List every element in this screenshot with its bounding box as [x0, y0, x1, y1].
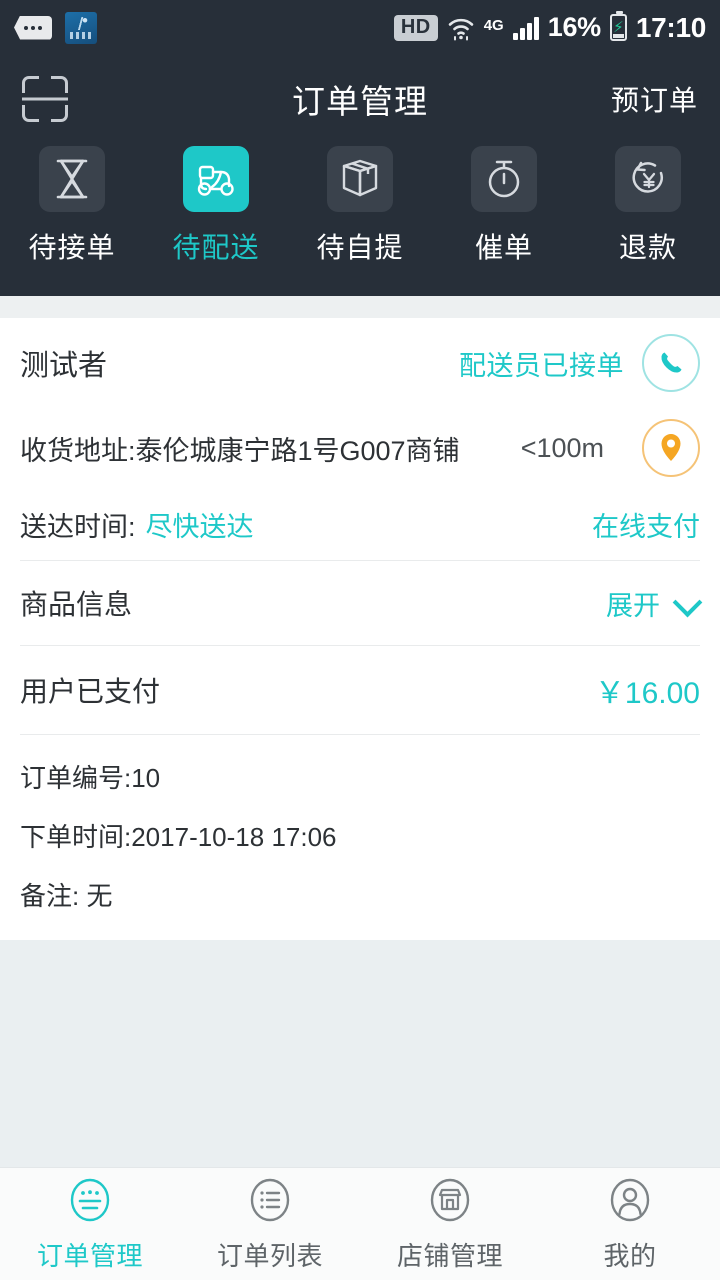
phone-icon[interactable] — [642, 334, 700, 392]
goods-info-row[interactable]: 商品信息 展开 — [20, 561, 700, 645]
order-list-area: 测试者 配送员已接单 收货地址:泰伦城康宁路1号G007商铺 <100m 送达时… — [0, 318, 720, 1167]
battery-percent: 16% — [547, 12, 601, 42]
address-row: 收货地址:泰伦城康宁路1号G007商铺 <100m — [20, 408, 700, 488]
status-bar-right: HD 4G 16% ⚡ 17:10 — [393, 11, 706, 44]
app-shortcut-icon — [65, 11, 97, 44]
delivery-time-label: 送达时间: — [20, 511, 136, 542]
box-icon — [327, 146, 393, 212]
nav-item-profile[interactable]: 我的 — [540, 1176, 720, 1273]
network-type-label: 4G — [483, 16, 504, 34]
hourglass-icon — [39, 146, 105, 212]
paid-row: 用户已支付 ￥16.00 — [20, 646, 700, 734]
shop-icon — [426, 1176, 474, 1229]
message-dots-icon — [14, 15, 52, 40]
tab-label: 待自提 — [316, 232, 404, 263]
tab-refund[interactable]: 退款 — [576, 146, 720, 266]
tab-pending-pickup[interactable]: 待自提 — [288, 146, 432, 266]
distance-label: <100m — [520, 432, 604, 463]
section-gap — [0, 296, 720, 318]
status-bar-clock: 17:10 — [635, 11, 706, 43]
status-bar: HD 4G 16% ⚡ 17:10 — [0, 0, 720, 55]
wifi-icon — [447, 15, 475, 41]
paid-amount: ￥16.00 — [594, 677, 700, 710]
tab-label: 待接单 — [28, 232, 116, 263]
address-row-right: <100m — [521, 419, 700, 477]
status-bar-left — [14, 11, 97, 44]
nav-item-order-list[interactable]: 订单列表 — [180, 1176, 360, 1273]
payment-method: 在线支付 — [592, 511, 700, 542]
preorder-button[interactable]: 预订单 — [611, 79, 698, 119]
nav-label: 订单管理 — [36, 1240, 143, 1271]
order-list-icon — [246, 1176, 294, 1229]
order-time: 下单时间:2017-10-18 17:06 — [20, 822, 337, 852]
paid-label: 用户已支付 — [20, 676, 161, 707]
tab-label: 催单 — [474, 232, 533, 263]
delivery-time-value: 尽快送达 — [145, 511, 254, 542]
customer-name: 测试者 — [20, 350, 108, 382]
scooter-icon — [183, 146, 249, 212]
tab-urge-order[interactable]: 催单 — [432, 146, 576, 266]
nav-label: 订单列表 — [216, 1240, 323, 1271]
hd-badge: HD — [393, 14, 438, 41]
tab-pending-accept[interactable]: 待接单 — [0, 146, 144, 266]
expand-goods-button[interactable]: 展开 — [606, 584, 700, 623]
user-profile-icon — [606, 1176, 654, 1229]
nav-item-shop-manage[interactable]: 店铺管理 — [360, 1176, 540, 1273]
customer-row-right: 配送员已接单 — [459, 334, 700, 392]
scan-code-icon[interactable] — [22, 75, 68, 122]
signal-bars-icon — [512, 16, 539, 40]
goods-info-label: 商品信息 — [20, 589, 133, 620]
nav-item-order-manage[interactable]: 订单管理 — [0, 1176, 180, 1273]
order-status-tabs: 待接单 待配送 待自提 催单 退款 — [0, 142, 720, 296]
tab-label: 待配送 — [172, 232, 260, 263]
chevron-down-icon — [674, 590, 700, 616]
nav-label: 店铺管理 — [396, 1240, 503, 1271]
customer-row: 测试者 配送员已接单 — [20, 318, 700, 408]
order-remark: 备注: 无 — [20, 881, 113, 911]
delivery-address: 收货地址:泰伦城康宁路1号G007商铺 — [20, 435, 460, 466]
app-screen: HD 4G 16% ⚡ 17:10 订单管理 预订单 待接单 待配送 待自提 催… — [0, 0, 720, 1280]
refund-yuan-icon — [615, 146, 681, 212]
order-detail-block: 订单编号:10 下单时间:2017-10-18 17:06 备注: 无 — [20, 735, 700, 940]
bottom-navigation: 订单管理 订单列表 店铺管理 我的 — [0, 1167, 720, 1280]
delivery-status-badge: 配送员已接单 — [459, 350, 624, 381]
tab-pending-delivery[interactable]: 待配送 — [144, 146, 288, 266]
app-header: 订单管理 预订单 — [0, 55, 720, 142]
delivery-time-row: 送达时间: 尽快送达 在线支付 — [20, 488, 700, 560]
location-pin-icon[interactable] — [642, 419, 700, 477]
order-manage-icon — [66, 1176, 114, 1229]
nav-label: 我的 — [603, 1240, 657, 1271]
tab-label: 退款 — [618, 232, 677, 263]
order-card[interactable]: 测试者 配送员已接单 收货地址:泰伦城康宁路1号G007商铺 <100m 送达时… — [0, 318, 720, 940]
order-number: 订单编号:10 — [20, 763, 161, 793]
stopwatch-icon — [471, 146, 537, 212]
battery-charging-icon: ⚡ — [609, 11, 627, 41]
expand-label: 展开 — [606, 590, 660, 621]
